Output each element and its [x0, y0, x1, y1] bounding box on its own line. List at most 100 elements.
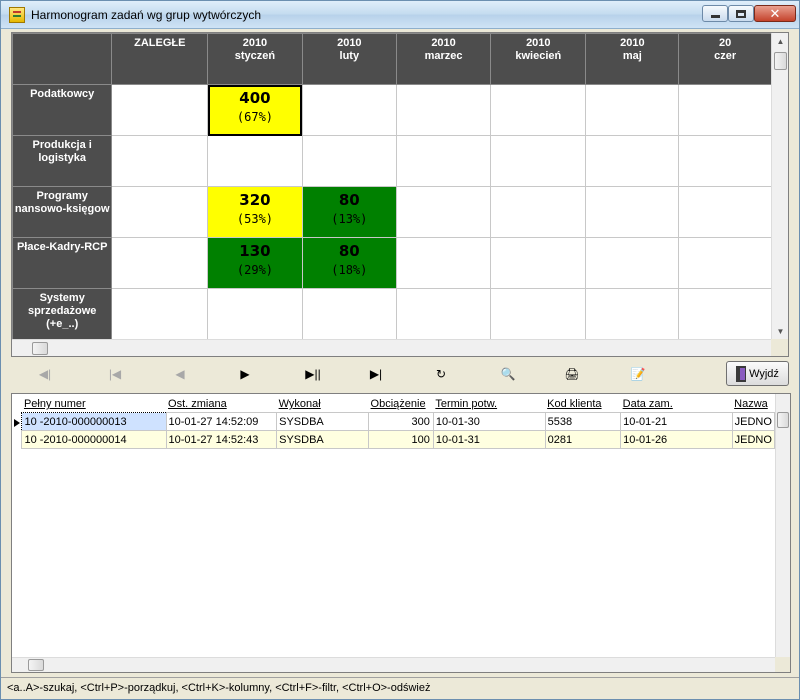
table-cell[interactable]: SYSDBA — [276, 429, 370, 449]
schedule-cell[interactable] — [585, 84, 680, 136]
table-cell[interactable]: JEDNO — [731, 429, 775, 449]
schedule-cell[interactable] — [395, 288, 492, 340]
schedule-cell[interactable] — [111, 237, 209, 289]
table-cell[interactable]: 10 -2010-000000013 — [21, 411, 167, 431]
schedule-cell[interactable] — [585, 288, 680, 340]
last-record-button[interactable]: ▶| — [364, 362, 388, 386]
schedule-cell[interactable] — [395, 237, 492, 289]
column-header[interactable]: ZALEGŁE — [111, 33, 209, 85]
table-cell[interactable]: JEDNO — [731, 411, 775, 431]
column-header[interactable]: 2010 kwiecień — [490, 33, 587, 85]
list-column-header[interactable]: Obciążenie — [368, 394, 434, 412]
next-record-button[interactable]: ▶ — [233, 362, 257, 386]
maximize-button[interactable] — [728, 5, 754, 22]
table-cell[interactable]: 10-01-21 — [620, 411, 733, 431]
schedule-horizontal-scrollbar[interactable] — [12, 339, 772, 356]
schedule-cell[interactable]: 320 (53%) — [207, 186, 303, 238]
schedule-vscroll-thumb[interactable] — [774, 52, 787, 70]
schedule-cell[interactable] — [301, 84, 397, 136]
title-bar[interactable]: Harmonogram zadań wg grup wytwórczych ✕ — [1, 1, 799, 29]
scroll-up-arrow-icon[interactable]: ▲ — [772, 33, 788, 50]
schedule-cell[interactable] — [678, 288, 772, 340]
table-row[interactable]: 10 -2010-000000013 10-01-27 14:52:09 SYSDB… — [12, 411, 775, 431]
table-cell[interactable]: 10-01-26 — [620, 429, 733, 449]
schedule-cell[interactable] — [490, 237, 587, 289]
list-column-header[interactable]: Pełny numer — [21, 394, 167, 412]
scroll-down-arrow-icon[interactable]: ▼ — [772, 323, 788, 340]
schedule-cell[interactable] — [490, 186, 587, 238]
report-button[interactable]: 📝 — [626, 362, 650, 386]
schedule-cell[interactable]: 400 (67%) — [207, 84, 303, 136]
schedule-cell[interactable] — [678, 84, 772, 136]
column-header[interactable]: 2010 luty — [301, 33, 397, 85]
schedule-cell[interactable] — [395, 186, 492, 238]
table-cell[interactable]: SYSDBA — [276, 411, 370, 431]
table-cell[interactable]: 100 — [368, 429, 434, 449]
orders-hscroll-thumb[interactable] — [28, 659, 44, 671]
table-cell[interactable]: 10-01-27 14:52:09 — [165, 411, 278, 431]
list-column-header[interactable]: Wykonał — [276, 394, 369, 412]
minimize-button[interactable] — [702, 5, 728, 22]
schedule-cell[interactable] — [111, 288, 209, 340]
prev-record-button[interactable]: ◀ — [168, 362, 192, 386]
table-cell[interactable]: 0281 — [544, 429, 622, 449]
column-header[interactable]: 20 czer — [678, 33, 772, 85]
schedule-cell[interactable] — [111, 84, 209, 136]
schedule-cell[interactable] — [207, 288, 303, 340]
schedule-cell[interactable]: 80 (18%) — [301, 237, 397, 289]
schedule-hscroll-thumb[interactable] — [32, 342, 48, 355]
schedule-cell[interactable] — [490, 135, 587, 187]
load-value: 320 — [239, 191, 271, 209]
table-cell[interactable]: 10-01-27 14:52:43 — [165, 429, 278, 449]
schedule-cell[interactable] — [301, 288, 397, 340]
schedule-cell[interactable] — [395, 84, 492, 136]
column-header[interactable]: 2010 styczeń — [207, 33, 303, 85]
table-cell[interactable]: 10-01-31 — [432, 429, 546, 449]
schedule-cell[interactable]: 80 (13%) — [301, 186, 397, 238]
refresh-button[interactable]: ↻ — [429, 362, 453, 386]
schedule-cell[interactable] — [585, 135, 680, 187]
schedule-cell[interactable]: 130 (29%) — [207, 237, 303, 289]
schedule-cell[interactable] — [301, 135, 397, 187]
next-page-button[interactable]: ▶|| — [301, 362, 325, 386]
schedule-cell[interactable] — [585, 237, 680, 289]
load-value: 80 — [338, 242, 360, 260]
row-header[interactable]: Systemy sprzedażowe (+e_..) — [12, 288, 113, 340]
schedule-vertical-scrollbar[interactable]: ▲ ▼ — [771, 33, 788, 340]
column-header[interactable]: 2010 marzec — [395, 33, 492, 85]
row-header[interactable]: Podatkowcy — [12, 84, 113, 136]
schedule-cell[interactable] — [207, 135, 303, 187]
orders-vertical-scrollbar[interactable] — [775, 394, 790, 657]
row-header[interactable]: Płace-Kadry-RCP — [12, 237, 113, 289]
row-header[interactable]: Programy nansowo-księgow — [12, 186, 113, 238]
prev-page-button[interactable]: |◀ — [103, 362, 127, 386]
schedule-cell[interactable] — [111, 135, 209, 187]
schedule-cell[interactable] — [678, 135, 772, 187]
list-column-header[interactable]: Kod klienta — [545, 394, 621, 412]
schedule-cell[interactable] — [678, 237, 772, 289]
orders-horizontal-scrollbar[interactable] — [12, 657, 775, 672]
table-row[interactable]: 10 -2010-000000014 10-01-27 14:52:43 SYSDB… — [12, 429, 775, 449]
list-column-header[interactable]: Nazwa — [732, 394, 775, 412]
table-cell[interactable]: 10 -2010-000000014 — [21, 429, 167, 449]
column-header[interactable]: 2010 maj — [585, 33, 680, 85]
print-button[interactable]: 🖨 — [560, 362, 584, 386]
row-header[interactable]: Produkcja i logistyka — [12, 135, 113, 187]
schedule-cell[interactable] — [678, 186, 772, 238]
table-cell[interactable]: 300 — [368, 411, 434, 431]
first-record-button[interactable]: ◀| — [33, 362, 57, 386]
schedule-cell[interactable] — [490, 84, 587, 136]
schedule-cell[interactable] — [111, 186, 209, 238]
table-cell[interactable]: 10-01-30 — [432, 411, 546, 431]
schedule-cell[interactable] — [395, 135, 492, 187]
list-column-header[interactable]: Termin potw. — [433, 394, 546, 412]
exit-button[interactable]: Wyjdź — [726, 361, 789, 386]
schedule-cell[interactable] — [490, 288, 587, 340]
table-cell[interactable]: 5538 — [544, 411, 622, 431]
schedule-cell[interactable] — [585, 186, 680, 238]
list-column-header[interactable]: Data zam. — [620, 394, 733, 412]
list-column-header[interactable]: Ost. zmiana — [166, 394, 277, 412]
search-button[interactable]: 🔍 — [496, 362, 520, 386]
close-button[interactable]: ✕ — [754, 5, 796, 22]
orders-vscroll-thumb[interactable] — [777, 412, 789, 428]
